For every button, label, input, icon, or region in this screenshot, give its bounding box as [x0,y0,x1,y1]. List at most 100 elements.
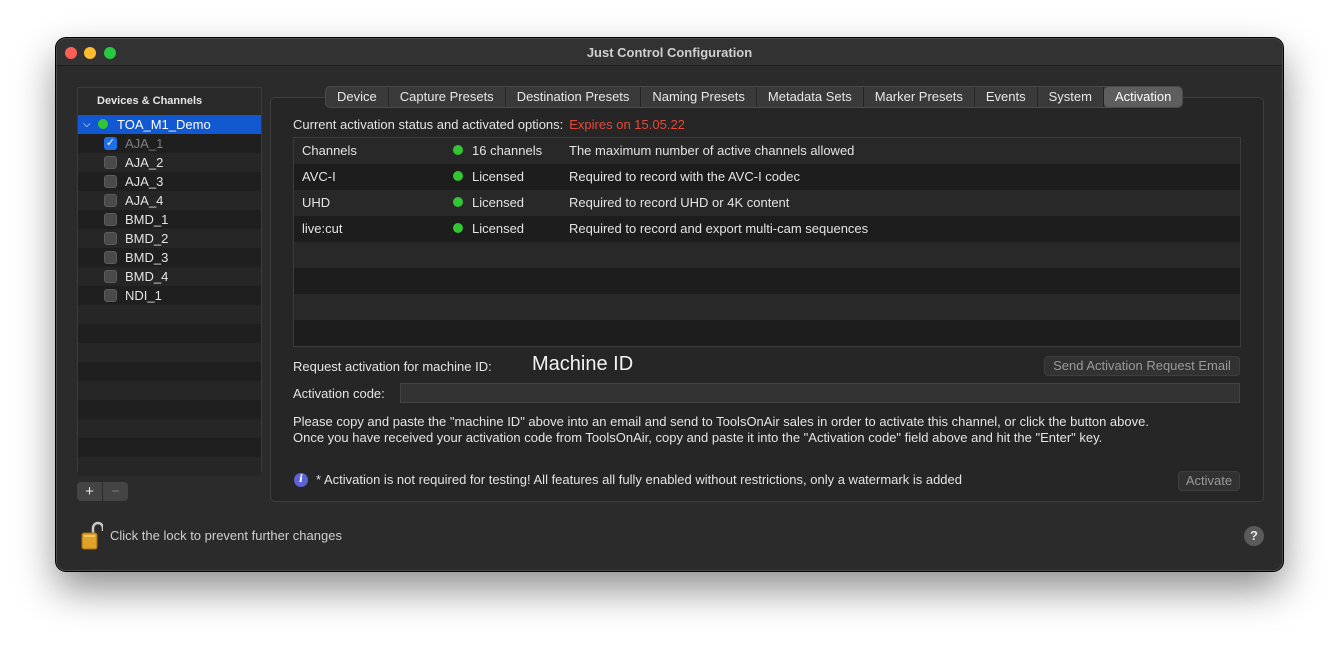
channel-label: NDI_1 [125,288,162,303]
empty-list-row [78,324,261,343]
empty-table-row [294,242,1240,268]
tab-system[interactable]: System [1038,87,1104,107]
option-value: Licensed [472,221,525,236]
status-dot-icon [98,119,108,129]
activation-code-label: Activation code: [293,386,385,401]
channel-label: AJA_4 [125,193,164,208]
help-text-line-1: Please copy and paste the "machine ID" a… [293,414,1149,429]
option-description: Required to record UHD or 4K content [569,195,790,210]
add-device-button[interactable]: + [77,482,103,501]
empty-table-row [294,294,1240,320]
option-value: Licensed [472,195,525,210]
tab-naming-presets[interactable]: Naming Presets [641,87,757,107]
add-remove-control: + − [77,482,128,501]
channel-row[interactable]: AJA_2 [78,153,261,172]
empty-list-row [78,343,261,362]
testing-note: * Activation is not required for testing… [316,472,962,487]
tab-destination-presets[interactable]: Destination Presets [506,87,642,107]
option-name: AVC-I [302,169,336,184]
activated-options-table: Channels 16 channels The maximum number of… [293,137,1241,347]
option-description: Required to record and export multi-cam … [569,221,869,236]
option-row: AVC-I Licensed Required to record with the… [294,164,1240,190]
window-title: Just Control Configuration [586,45,753,60]
activation-code-input[interactable] [400,383,1240,403]
status-dot-icon [453,197,463,207]
channel-checkbox[interactable]: ✓ [104,137,117,150]
tab-capture-presets[interactable]: Capture Presets [389,87,506,107]
device-label: TOA_M1_Demo [117,117,211,132]
chevron-down-icon[interactable]: ⌵ [83,115,91,134]
tab-events[interactable]: Events [975,87,1038,107]
option-name: UHD [302,195,331,210]
channel-checkbox[interactable] [104,194,117,207]
send-activation-email-button[interactable]: Send Activation Request Email [1044,356,1240,376]
help-button[interactable]: ? [1244,526,1264,546]
status-label: Current activation status and activated … [293,117,564,132]
empty-table-row [294,320,1240,346]
tab-activation[interactable]: Activation [1103,87,1183,107]
machine-id-value: Machine ID [532,353,634,375]
settings-tabs: Device Capture Presets Destination Presets… [325,86,1184,108]
channel-label: BMD_3 [125,250,169,265]
option-value: 16 channels [472,143,543,158]
channel-row[interactable]: BMD_4 [78,267,261,286]
tab-device[interactable]: Device [326,87,389,107]
option-description: The maximum number of active channels al… [569,143,855,158]
help-text-line-2: Once you have received your activation c… [293,430,1103,445]
channel-label: AJA_2 [125,155,164,170]
activate-button[interactable]: Activate [1178,471,1240,491]
tab-metadata-sets[interactable]: Metadata Sets [757,87,864,107]
option-description: Required to record with the AVC-I codec [569,169,800,184]
device-row-root[interactable]: ⌵ TOA_M1_Demo [78,115,261,134]
empty-list-row [78,305,261,324]
status-dot-icon [453,171,463,181]
channel-row[interactable]: AJA_4 [78,191,261,210]
channel-checkbox[interactable] [104,232,117,245]
channel-row[interactable]: ✓ AJA_1 [78,134,261,153]
empty-list-row [78,419,261,438]
option-row: live:cut Licensed Required to record and e… [294,216,1240,242]
lock-hint-text: Click the lock to prevent further change… [110,528,342,543]
channel-label: BMD_2 [125,231,169,246]
title-bar: Just Control Configuration [57,39,1282,66]
empty-list-row [78,457,261,476]
status-dot-icon [453,223,463,233]
channel-label: BMD_4 [125,269,169,284]
empty-list-row [78,362,261,381]
option-row: UHD Licensed Required to record UHD or 4K … [294,190,1240,216]
activation-status-line: Current activation status and activated … [293,117,685,132]
remove-device-button[interactable]: − [103,482,128,501]
empty-list-row [78,400,261,419]
option-value: Licensed [472,169,525,184]
request-activation-label: Request activation for machine ID: [293,359,492,374]
channel-label: AJA_1 [125,136,164,151]
devices-channels-list: Devices & Channels ⌵ TOA_M1_Demo ✓ AJA_1 A… [77,87,262,476]
channel-row[interactable]: AJA_3 [78,172,261,191]
channel-checkbox[interactable] [104,289,117,302]
channel-row[interactable]: NDI_1 [78,286,261,305]
config-window: Just Control Configuration Devices & Cha… [56,38,1283,571]
info-icon: i [294,473,308,487]
channel-checkbox[interactable] [104,251,117,264]
status-dot-icon [453,145,463,155]
channel-checkbox[interactable] [104,270,117,283]
channel-row[interactable]: BMD_3 [78,248,261,267]
option-name: live:cut [302,221,343,236]
unlocked-padlock-icon[interactable] [81,521,103,551]
channel-label: BMD_1 [125,212,169,227]
sidebar-header: Devices & Channels [78,88,261,115]
channel-label: AJA_3 [125,174,164,189]
channel-checkbox[interactable] [104,156,117,169]
channel-row[interactable]: BMD_2 [78,229,261,248]
channel-checkbox[interactable] [104,213,117,226]
option-row: Channels 16 channels The maximum number of… [294,138,1240,164]
device-tree: ⌵ TOA_M1_Demo ✓ AJA_1 AJA_2 AJA_3 AJA_4 BMD_1… [78,115,261,476]
channel-row[interactable]: BMD_1 [78,210,261,229]
expires-text: Expires on 15.05.22 [569,117,685,132]
option-name: Channels [302,143,357,158]
empty-list-row [78,381,261,400]
empty-table-row [294,268,1240,294]
channel-checkbox[interactable] [104,175,117,188]
tab-marker-presets[interactable]: Marker Presets [864,87,975,107]
empty-list-row [78,438,261,457]
